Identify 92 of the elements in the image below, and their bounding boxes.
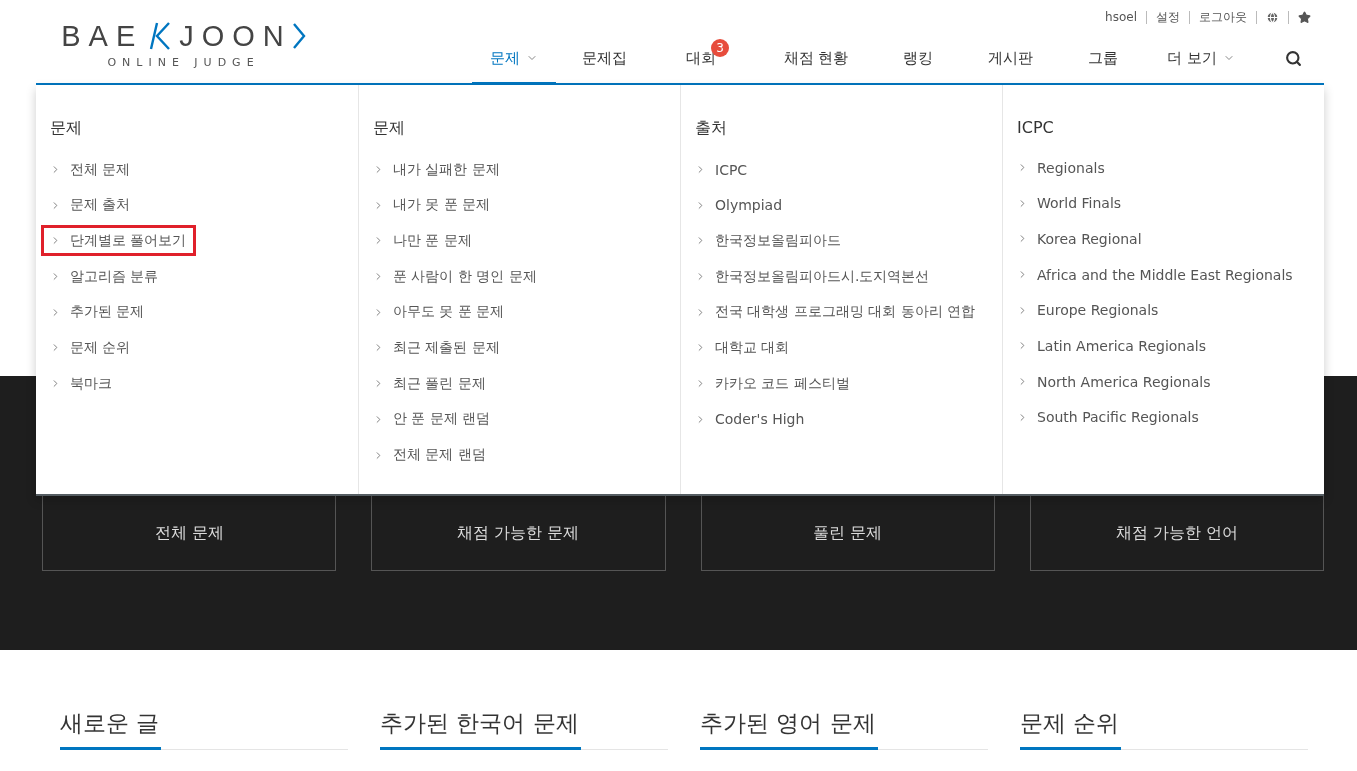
top-link[interactable]: hsoel: [1096, 10, 1146, 24]
stat-label: 풀린 문제: [813, 523, 883, 544]
nav-tab[interactable]: 문제집: [556, 34, 652, 85]
section-title: 추가된 영어 문제: [700, 708, 878, 750]
nav-tab[interactable]: 더 보기: [1140, 34, 1262, 85]
menu-item[interactable]: 알고리즘 분류: [41, 261, 169, 293]
menu-item[interactable]: North America Regionals: [1008, 366, 1221, 398]
menu-heading: 문제: [50, 118, 83, 139]
menu-item-label: 나만 푼 문제: [393, 231, 472, 250]
menu-heading: 문제: [373, 118, 406, 139]
menu-item-label: ICPC: [715, 161, 748, 178]
stat-label: 채점 가능한 문제: [457, 523, 580, 544]
nav-tab[interactable]: 랭킹: [882, 34, 954, 85]
menu-item-label: Africa and the Middle East Regionals: [1037, 266, 1293, 283]
stat-label: 전체 문제: [154, 523, 224, 544]
nav-tab[interactable]: 채점 현황: [750, 34, 882, 85]
menu-item[interactable]: 내가 실패한 문제: [364, 154, 510, 185]
section-title: 새로운 글: [60, 708, 162, 750]
menu-item-label: 한국정보올림피아드: [715, 231, 841, 250]
menu-item-label: North America Regionals: [1037, 373, 1211, 390]
star-icon[interactable]: [1298, 10, 1311, 24]
menu-item[interactable]: 카카오 코드 페스티벌: [686, 368, 860, 400]
menu-item[interactable]: 추가된 문제: [41, 296, 155, 328]
menu-item-label: 추가된 문제: [70, 303, 145, 322]
menu-item[interactable]: 전국 대학생 프로그래밍 대회 동아리 연합: [686, 296, 986, 328]
menu-item[interactable]: Coder's High: [686, 403, 815, 435]
menu-item[interactable]: South Pacific Regionals: [1008, 401, 1209, 433]
menu-item-label: Latin America Regionals: [1037, 337, 1206, 354]
menu-item-label: Europe Regionals: [1037, 302, 1159, 319]
menu-item[interactable]: Europe Regionals: [1008, 294, 1169, 326]
menu-item-label: Olympiad: [715, 197, 783, 214]
menu-item[interactable]: 최근 제출된 문제: [364, 332, 510, 364]
menu-item[interactable]: World Finals: [1008, 187, 1132, 219]
menu-item-label: 한국정보올림피아드시.도지역본선: [715, 267, 930, 286]
menu-item-label: 알고리즘 분류: [70, 267, 159, 286]
globe-icon[interactable]: [1266, 10, 1279, 24]
menu-item[interactable]: 단계별로 풀어보기: [41, 225, 197, 257]
menu-item[interactable]: 전체 문제: [41, 154, 141, 185]
logo-chevron-icon: [291, 22, 306, 50]
menu-item[interactable]: Regionals: [1008, 152, 1115, 183]
menu-item[interactable]: 최근 풀린 문제: [364, 368, 496, 400]
menu-item-label: 문제 출처: [70, 196, 131, 215]
menu-item[interactable]: 내가 못 푼 문제: [364, 189, 501, 221]
nav-tab[interactable]: 게시판: [954, 34, 1066, 85]
menu-item-label: 내가 실패한 문제: [393, 160, 500, 179]
menu-item-label: 안 푼 문제 랜덤: [393, 410, 491, 429]
menu-item[interactable]: Olympiad: [686, 189, 793, 221]
menu-item-label: 내가 못 푼 문제: [393, 196, 491, 215]
nav-tab[interactable]: 그룹: [1066, 34, 1140, 85]
menu-item-label: 단계별로 풀어보기: [70, 231, 187, 250]
menu-item-label: 문제 순위: [70, 338, 131, 357]
menu-item-label: 전국 대학생 프로그래밍 대회 동아리 연합: [715, 303, 976, 322]
menu-item-label: South Pacific Regionals: [1037, 409, 1199, 426]
stat-label: 채점 가능한 언어: [1115, 523, 1238, 544]
menu-item[interactable]: 안 푼 문제 랜덤: [364, 403, 501, 435]
menu-item-label: 아무도 못 푼 문제: [393, 303, 505, 322]
menu-item[interactable]: 아무도 못 푼 문제: [364, 296, 515, 328]
menu-item-label: 푼 사람이 한 명인 문제: [393, 267, 537, 286]
menu-item[interactable]: 전체 문제 랜덤: [364, 439, 496, 471]
menu-item[interactable]: 한국정보올림피아드시.도지역본선: [686, 261, 940, 293]
section-title: 추가된 한국어 문제: [380, 708, 581, 750]
menu-item[interactable]: 문제 순위: [41, 332, 141, 364]
menu-item-label: 대학교 대회: [715, 338, 790, 357]
search-icon: [1284, 50, 1302, 67]
menu-heading: 출처: [695, 118, 728, 139]
menu-item-label: 전체 문제 랜덤: [393, 446, 486, 464]
menu-item[interactable]: Korea Regional: [1008, 223, 1152, 255]
menu-item[interactable]: 푼 사람이 한 명인 문제: [364, 261, 547, 293]
menu-item-label: 최근 제출된 문제: [393, 338, 500, 357]
menu-item-label: Coder's High: [715, 411, 805, 428]
menu-item-label: 전체 문제: [70, 160, 131, 179]
logo-subtitle: ONLINE JUDGE: [107, 56, 260, 69]
section-title: 문제 순위: [1020, 708, 1122, 750]
menu-item[interactable]: 한국정보올림피아드: [686, 225, 851, 257]
menu-item[interactable]: 대학교 대회: [686, 332, 800, 364]
menu-item[interactable]: Latin America Regionals: [1008, 330, 1216, 362]
menu-item-label: World Finals: [1037, 195, 1122, 212]
top-link[interactable]: 로그아웃: [1189, 10, 1256, 24]
menu-heading: ICPC: [1017, 118, 1055, 137]
menu-item-label: 북마크: [70, 374, 112, 393]
top-link[interactable]: 설정: [1146, 10, 1189, 24]
menu-item[interactable]: ICPC: [686, 154, 758, 185]
menu-item-label: Regionals: [1037, 159, 1105, 176]
menu-item[interactable]: Africa and the Middle East Regionals: [1008, 259, 1303, 291]
logo-text[interactable]: JOON: [179, 20, 292, 52]
menu-item-label: Korea Regional: [1037, 230, 1142, 247]
menu-item[interactable]: 나만 푼 문제: [364, 225, 482, 257]
logo-text[interactable]: BAE: [61, 20, 144, 52]
menu-item-label: 최근 풀린 문제: [393, 374, 486, 393]
menu-item-label: 카카오 코드 페스티벌: [715, 374, 850, 393]
menu-item[interactable]: 북마크: [41, 368, 122, 400]
menu-item[interactable]: 문제 출처: [41, 189, 141, 221]
